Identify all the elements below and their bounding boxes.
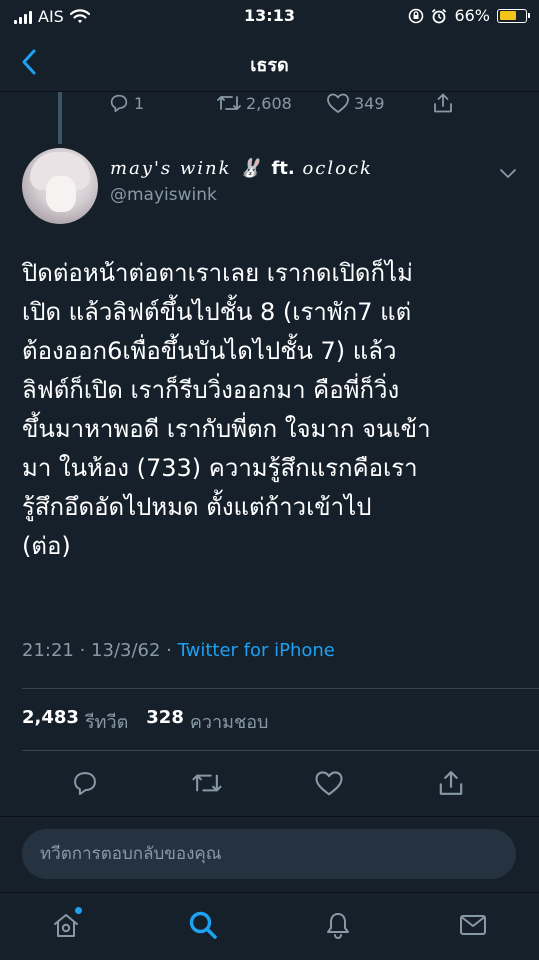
share-button[interactable]	[434, 766, 468, 800]
bottom-tab-bar	[0, 892, 539, 960]
home-icon	[54, 914, 78, 937]
tab-notifications[interactable]	[320, 907, 356, 943]
reply-icon	[110, 94, 128, 113]
tab-home[interactable]	[48, 907, 84, 943]
display-name[interactable]: may's wink 🐰 ft. oclock	[110, 158, 373, 179]
tab-messages[interactable]	[455, 907, 491, 943]
tweet-action-bar	[0, 762, 539, 806]
page-title: เธรด	[250, 55, 289, 76]
reply-input[interactable]	[22, 829, 516, 879]
previous-tweet-actions: 1 2,608 349	[108, 92, 488, 118]
display-name-suffix: ft.	[271, 158, 295, 179]
retweet-icon	[192, 774, 222, 792]
previous-retweet-count: 2,608	[246, 93, 292, 113]
previous-reply-count: 1	[134, 93, 145, 113]
like-label[interactable]: ความชอบ	[190, 707, 269, 736]
avatar-face	[46, 176, 76, 212]
like-icon	[315, 771, 343, 796]
tweet-text: ปิดต่อหน้าต่อตาเราเลย เรากดเปิดก็ไม่ เปิ…	[22, 259, 431, 560]
reply-composer	[0, 816, 539, 892]
tweet-meta: 21:21 · 13/3/62 · Twitter for iPhone	[22, 640, 335, 661]
share-icon	[434, 93, 452, 113]
retweet-button[interactable]	[190, 766, 224, 800]
alarm-icon	[432, 8, 447, 23]
tweet-stats: 2,483 รีทวีต 328 ความชอบ	[22, 707, 268, 736]
previous-like-count: 349	[354, 93, 385, 113]
tab-search[interactable]	[185, 907, 221, 943]
chevron-down-icon	[500, 169, 516, 178]
previous-retweet-button[interactable]: 2,608	[216, 92, 292, 114]
notifications-icon	[327, 913, 349, 939]
like-button[interactable]	[312, 766, 346, 800]
display-name-text: may's wink	[110, 158, 232, 179]
previous-share-button[interactable]	[432, 92, 454, 114]
battery-icon	[497, 8, 530, 23]
tweet-source-link[interactable]: Twitter for iPhone	[178, 640, 335, 661]
share-icon	[439, 771, 463, 795]
divider	[22, 750, 539, 751]
reply-button[interactable]	[68, 766, 102, 800]
retweet-label[interactable]: รีทวีต	[85, 707, 128, 736]
battery-fill	[499, 11, 516, 20]
previous-like-button[interactable]: 349	[326, 92, 385, 114]
nav-header: เธรด	[0, 34, 539, 92]
rabbit-emoji: 🐰	[239, 158, 264, 179]
like-icon	[327, 93, 349, 113]
tweet-timestamp: 21:21 · 13/3/62 ·	[22, 640, 178, 661]
previous-reply-button[interactable]: 1	[108, 92, 144, 114]
search-icon	[189, 911, 217, 939]
messages-icon	[460, 915, 486, 935]
tweet-options-button[interactable]	[497, 162, 519, 184]
retweet-icon	[217, 96, 241, 110]
reply-icon	[74, 772, 96, 796]
home-notification-dot	[75, 907, 82, 914]
status-bar: AIS 13:13 66%	[0, 0, 539, 34]
like-count[interactable]: 328	[146, 707, 184, 736]
divider	[22, 688, 539, 689]
orientation-lock-icon	[409, 8, 424, 23]
thread-connector-line	[58, 92, 62, 144]
battery-percent: 66%	[454, 6, 490, 25]
display-name-suffix-2: oclock	[302, 158, 373, 179]
status-right: 66%	[408, 6, 530, 25]
retweet-count[interactable]: 2,483	[22, 707, 79, 736]
username[interactable]: @mayiswink	[110, 185, 217, 205]
avatar[interactable]	[22, 148, 98, 224]
